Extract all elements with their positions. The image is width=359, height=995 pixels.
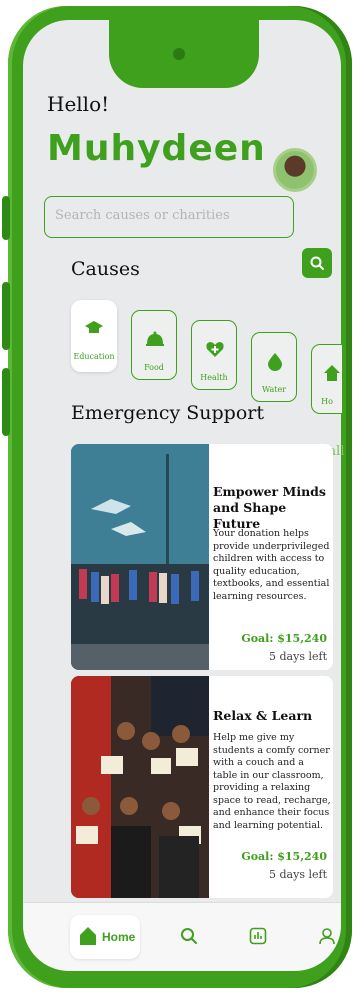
house-icon — [324, 365, 340, 381]
card-title: Relax & Learn — [213, 708, 313, 723]
cloche-icon — [146, 331, 164, 346]
greeting: Hello! — [47, 92, 110, 116]
cause-health[interactable]: Health — [191, 320, 237, 390]
donation-card[interactable]: Empower Minds and Shape Future Your dona… — [71, 444, 333, 670]
notch — [109, 20, 259, 88]
card-description: Help me give my students a comfy corner … — [213, 732, 331, 831]
search-input[interactable]: Search causes or charities — [44, 196, 294, 238]
search-placeholder: Search causes or charities — [55, 208, 230, 223]
nav-search-icon[interactable] — [180, 927, 198, 945]
card-goal: Goal: $15,240 — [241, 850, 327, 863]
phone-side-button — [2, 196, 10, 240]
aquarium-students-photo — [71, 444, 209, 670]
graduation-cap-icon — [85, 321, 103, 333]
nav-home-label: Home — [102, 930, 136, 944]
avatar[interactable] — [273, 148, 317, 192]
cause-housing[interactable]: Ho — [311, 344, 342, 414]
card-title: Empower Minds and Shape Future — [213, 484, 326, 531]
cause-label: Water — [261, 385, 287, 394]
card-goal: Goal: $15,240 — [241, 632, 327, 645]
heart-plus-icon — [206, 342, 224, 357]
camera-icon — [173, 48, 185, 60]
donation-card[interactable]: Relax & Learn Help me give my students a… — [71, 676, 333, 898]
cause-label: Food — [144, 363, 164, 372]
phone-volume-up-button — [2, 282, 10, 350]
students-certificates-photo — [71, 676, 209, 898]
nav-profile-icon[interactable] — [318, 927, 336, 945]
nav-home[interactable]: Home — [70, 915, 140, 959]
user-name: Muhydeen — [47, 128, 266, 169]
cause-food[interactable]: Food — [131, 310, 177, 380]
causes-heading: Causes — [71, 258, 140, 280]
card-description: Your donation helps provide underprivile… — [213, 528, 330, 602]
nav-stats-icon[interactable] — [249, 927, 267, 945]
cause-label: Ho — [321, 397, 333, 406]
emergency-heading: Emergency Support — [71, 402, 265, 424]
cause-water[interactable]: Water — [251, 332, 297, 402]
water-drop-icon — [268, 353, 282, 371]
card-days-left: 5 days left — [269, 868, 327, 881]
search-button[interactable] — [302, 248, 332, 278]
phone-volume-down-button — [2, 368, 10, 436]
home-icon — [80, 927, 96, 945]
card-days-left: 5 days left — [269, 650, 327, 663]
search-icon — [310, 256, 324, 270]
bottom-navigation: Home — [23, 902, 341, 971]
cause-label: Health — [200, 373, 228, 382]
cause-label: Education — [73, 352, 115, 361]
cause-education[interactable]: Education — [71, 300, 117, 372]
